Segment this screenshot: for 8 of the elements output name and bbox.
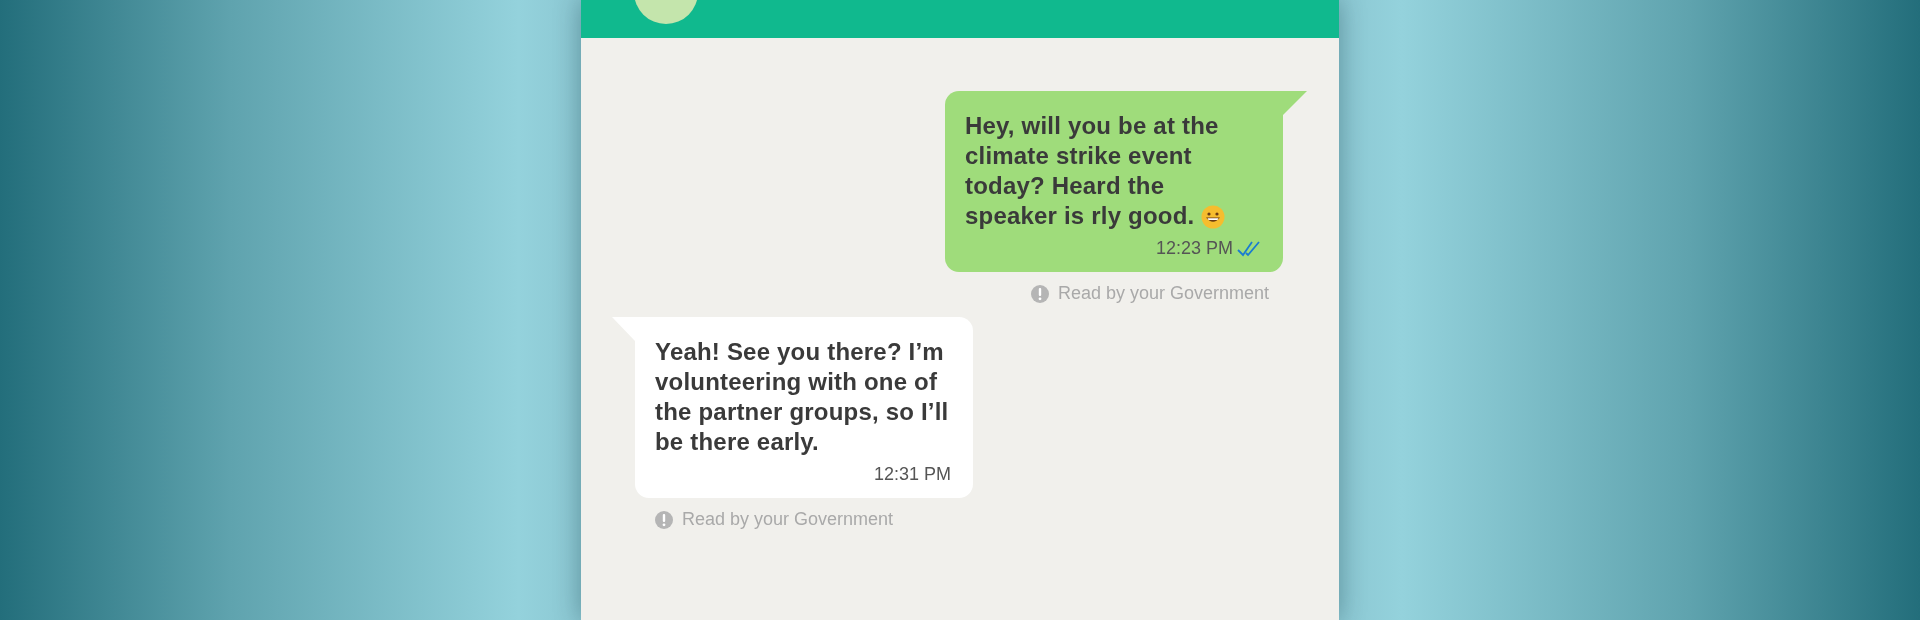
message-text: Yeah! See you there? I’m volunteering with one of the partner groups, so I’ll be there early. [655,338,949,455]
message-time: 12:31 PM [873,463,951,486]
exclamation-icon [654,509,674,530]
exclamation-icon [1029,283,1050,304]
read-notice: Read by your Government [682,508,894,531]
read-notice: Read by your Government [1057,282,1269,305]
message-text: Hey, will you be at the climate strike event today? Heard the speaker is rly good. [965,112,1219,229]
message-time: 12:23 PM [1155,237,1233,260]
